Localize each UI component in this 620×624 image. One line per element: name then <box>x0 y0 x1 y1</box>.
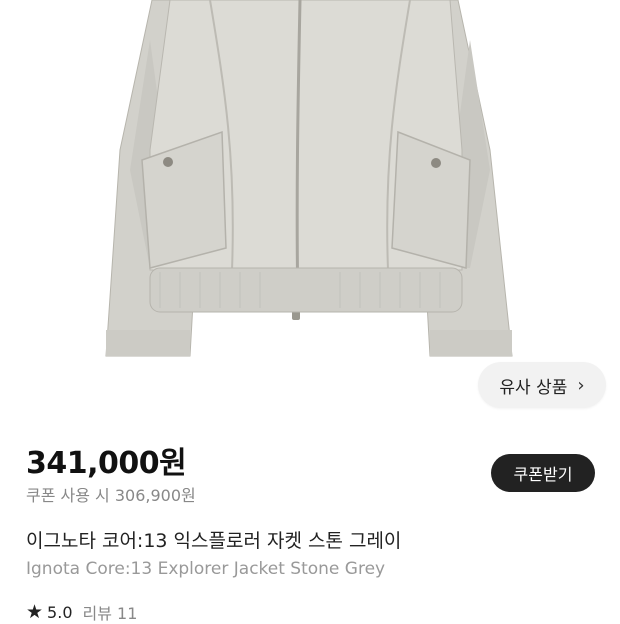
rating-value: 5.0 <box>47 602 73 622</box>
coupon-price: 쿠폰 사용 시 306,900원 <box>26 486 196 505</box>
similar-products-label: 유사 상품 <box>499 377 568 398</box>
product-rating[interactable]: ★ 5.0 리뷰 11 <box>26 600 137 624</box>
get-coupon-button[interactable]: 쿠폰받기 <box>491 454 595 492</box>
product-image[interactable]: 유사 상품 › <box>0 0 620 430</box>
product-title-korean: 이그노타 코어:13 익스플로러 자켓 스톤 그레이 <box>26 530 402 552</box>
product-title-english: Ignota Core:13 Explorer Jacket Stone Gre… <box>26 559 386 579</box>
chevron-right-icon: › <box>577 374 585 396</box>
product-price: 341,000원 <box>26 446 187 481</box>
review-count: 리뷰 11 <box>82 604 138 623</box>
similar-products-button[interactable]: 유사 상품 › <box>478 362 606 408</box>
